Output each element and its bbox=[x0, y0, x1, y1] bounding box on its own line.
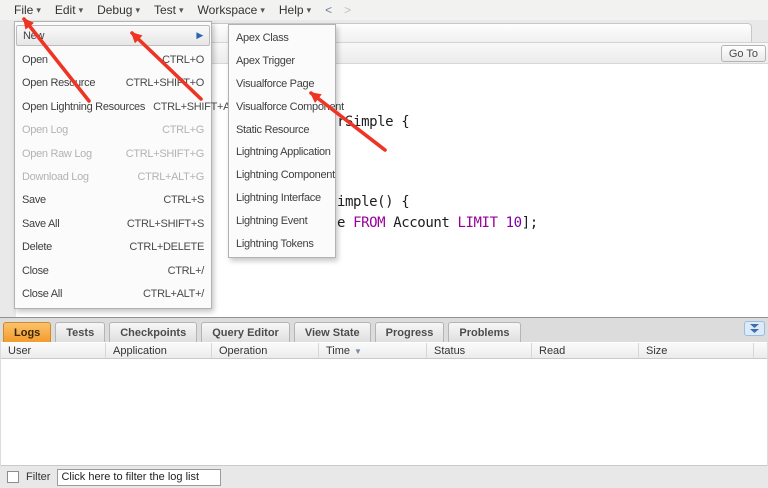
caret-down-icon: ▾ bbox=[306, 4, 312, 15]
submenu-item-lightning-application[interactable]: Lightning Application bbox=[229, 141, 335, 164]
caret-down-icon: ▾ bbox=[135, 4, 140, 15]
go-to-button[interactable]: Go To bbox=[720, 45, 766, 62]
file-menu-item-new[interactable]: New ▶ bbox=[16, 25, 210, 46]
file-menu-item-open[interactable]: Open CTRL+O bbox=[15, 48, 211, 71]
log-filter-bar: Filter bbox=[0, 466, 768, 488]
file-menu-item-open-log: Open Log CTRL+G bbox=[22, 124, 204, 137]
developer-console-window: Go To rSimple { imple() { e FROM Account… bbox=[0, 0, 768, 488]
double-chevron-down-icon bbox=[750, 323, 759, 333]
bottom-tab-bar: Logs Tests Checkpoints Query Editor View… bbox=[0, 318, 768, 342]
submenu-item-apex-trigger[interactable]: Apex Trigger bbox=[229, 50, 335, 73]
column-header-application[interactable]: Application bbox=[106, 343, 212, 358]
column-header-user[interactable]: User bbox=[1, 343, 106, 358]
column-header-size[interactable]: Size bbox=[639, 343, 754, 358]
collapse-panel-button[interactable] bbox=[744, 321, 765, 336]
column-header-time[interactable]: Time ▼ bbox=[319, 343, 427, 358]
file-menu-item-open-resource[interactable]: Open Resource CTRL+SHIFT+O bbox=[15, 71, 211, 94]
file-dropdown-menu: New ▶ Open CTRL+O Open Resource CTRL+SHIFT… bbox=[14, 21, 230, 309]
file-menu-item-save[interactable]: Save CTRL+S bbox=[15, 189, 211, 212]
file-menu-item-save-all[interactable]: Save All CTRL+SHIFT+S bbox=[15, 212, 211, 235]
submenu-item-static-resource[interactable]: Static Resource bbox=[229, 118, 335, 141]
menu-file[interactable]: File ▾ bbox=[14, 3, 41, 17]
code-line-1: rSimple { bbox=[337, 114, 410, 130]
log-table-body[interactable] bbox=[1, 359, 767, 466]
submenu-arrow-icon: ▶ bbox=[196, 30, 203, 40]
file-menu-item-open-raw-log: Open Raw Log CTRL+SHIFT+G bbox=[22, 147, 204, 160]
menu-help[interactable]: Help ▾ bbox=[279, 3, 311, 17]
submenu-item-lightning-event[interactable]: Lightning Event bbox=[229, 209, 335, 232]
menu-bar: File ▾ Edit ▾ Debug ▾ Test ▾ Workspace ▾ Help… bbox=[0, 0, 768, 20]
file-menu-item-download-log: Download Log CTRL+ALT+G bbox=[22, 170, 204, 183]
submenu-item-visualforce-component[interactable]: Visualforce Component bbox=[229, 95, 344, 118]
tab-logs[interactable]: Logs bbox=[3, 322, 52, 342]
filter-checkbox[interactable] bbox=[7, 471, 19, 483]
sort-descending-icon: ▼ bbox=[354, 346, 362, 356]
file-menu-item-close[interactable]: Close CTRL+/ bbox=[15, 259, 211, 282]
navigate-forward-button[interactable]: > bbox=[344, 3, 351, 17]
column-header-spacer bbox=[754, 343, 767, 358]
caret-down-icon: ▾ bbox=[179, 4, 184, 15]
logs-panel: Logs Tests Checkpoints Query Editor View… bbox=[0, 318, 768, 488]
column-header-read[interactable]: Read bbox=[532, 343, 639, 358]
file-menu-item-delete[interactable]: Delete CTRL+DELETE bbox=[15, 236, 211, 259]
tab-checkpoints[interactable]: Checkpoints bbox=[109, 322, 198, 342]
tab-problems[interactable]: Problems bbox=[448, 322, 521, 342]
column-header-status[interactable]: Status bbox=[427, 343, 532, 358]
tab-tests[interactable]: Tests bbox=[55, 322, 106, 342]
log-table-header: User Application Operation Time ▼ Status … bbox=[1, 342, 767, 359]
menu-workspace[interactable]: Workspace ▾ bbox=[198, 3, 265, 17]
menu-test[interactable]: Test ▾ bbox=[154, 3, 184, 17]
file-menu-item-close-all[interactable]: Close All CTRL+ALT+/ bbox=[15, 283, 211, 306]
tab-view-state[interactable]: View State bbox=[293, 322, 371, 342]
caret-down-icon: ▾ bbox=[36, 4, 41, 15]
submenu-item-visualforce-page[interactable]: Visualforce Page bbox=[229, 73, 335, 96]
menu-debug[interactable]: Debug ▾ bbox=[97, 3, 140, 17]
code-line-2: imple() { bbox=[337, 194, 410, 210]
submenu-item-apex-class[interactable]: Apex Class bbox=[229, 27, 335, 50]
tab-query-editor[interactable]: Query Editor bbox=[201, 322, 290, 342]
file-menu-item-open-lightning-resources[interactable]: Open Lightning Resources CTRL+SHIFT+A bbox=[15, 95, 230, 118]
code-line-3: e FROM Account LIMIT 10]; bbox=[337, 215, 538, 231]
filter-input[interactable] bbox=[57, 468, 222, 486]
submenu-item-lightning-interface[interactable]: Lightning Interface bbox=[229, 187, 335, 210]
submenu-item-lightning-component[interactable]: Lightning Component bbox=[229, 164, 335, 187]
menu-edit[interactable]: Edit ▾ bbox=[55, 3, 83, 17]
caret-down-icon: ▾ bbox=[78, 4, 84, 15]
navigate-back-button[interactable]: < bbox=[325, 3, 332, 17]
submenu-item-lightning-tokens[interactable]: Lightning Tokens bbox=[229, 232, 335, 255]
filter-label: Filter bbox=[26, 471, 51, 483]
caret-down-icon: ▾ bbox=[260, 4, 265, 15]
tab-progress[interactable]: Progress bbox=[374, 322, 445, 342]
new-submenu: Apex Class Apex Trigger Visualforce Page… bbox=[228, 24, 344, 258]
column-header-operation[interactable]: Operation bbox=[212, 343, 319, 358]
